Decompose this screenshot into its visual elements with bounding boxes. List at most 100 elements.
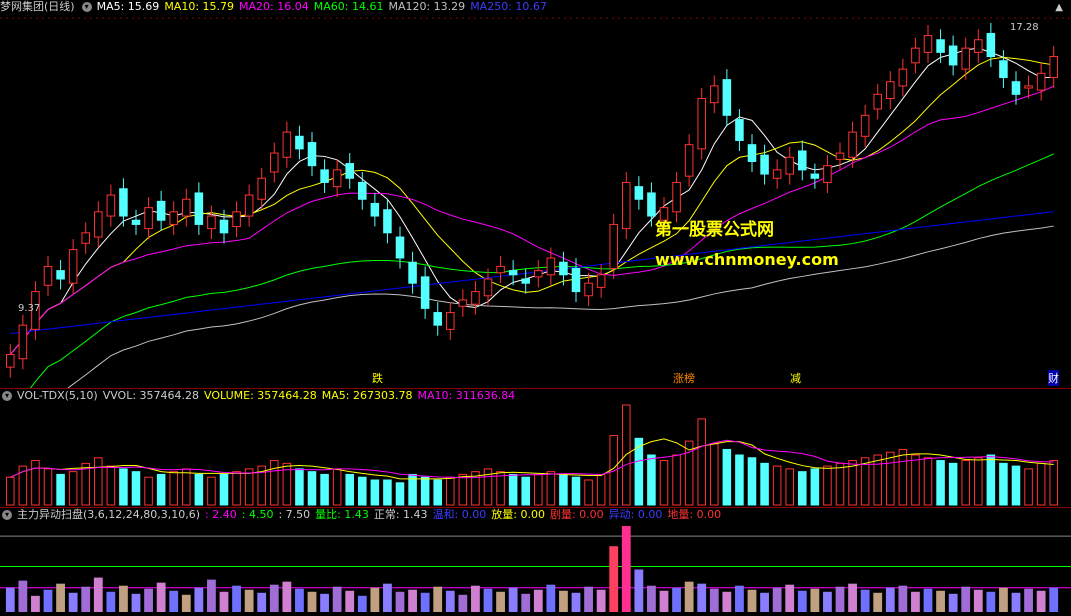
volume-bar bbox=[295, 468, 304, 506]
scan-bar bbox=[1011, 592, 1021, 612]
candle-body bbox=[936, 39, 945, 53]
scan-bar bbox=[131, 593, 141, 612]
candle-body bbox=[483, 278, 493, 297]
zhengchang-value: 正常: 1.43 bbox=[373, 508, 428, 521]
ma20-line bbox=[9, 85, 1054, 355]
event-jian[interactable]: 减 bbox=[790, 370, 801, 386]
price-header: 梦网集团(日线) ▾ MA5: 15.69 MA10: 15.79 MA20: 16.0… bbox=[0, 0, 552, 14]
volume-bar bbox=[508, 473, 518, 506]
event-zhangbang[interactable]: 涨榜 bbox=[673, 370, 695, 386]
scan-bar bbox=[169, 590, 179, 612]
event-die[interactable]: 跌 bbox=[372, 370, 383, 386]
scan-bar bbox=[408, 589, 417, 612]
scan-bar bbox=[395, 591, 405, 612]
volume-bar bbox=[886, 451, 895, 506]
candle-body bbox=[232, 211, 241, 228]
candle-body bbox=[257, 177, 266, 200]
candle-body bbox=[207, 215, 216, 230]
scan-v2: : 4.50 bbox=[241, 508, 274, 521]
expand-icon[interactable]: ▲ bbox=[1055, 2, 1063, 13]
candle-body bbox=[295, 135, 304, 150]
scan-bar bbox=[295, 588, 304, 612]
price-pane[interactable]: 梦网集团(日线) ▾ MA5: 15.69 MA10: 15.79 MA20: 16.0… bbox=[0, 0, 1071, 388]
scan-bar bbox=[144, 588, 153, 612]
scan-bar bbox=[936, 590, 945, 612]
ma60-line bbox=[29, 153, 1054, 388]
scan-bar bbox=[961, 586, 971, 612]
scan-bar bbox=[772, 587, 782, 612]
price-chart[interactable] bbox=[0, 0, 1071, 388]
candle-body bbox=[986, 32, 996, 58]
scan-bar bbox=[747, 589, 757, 612]
event-cai[interactable]: 财 bbox=[1048, 370, 1059, 386]
volume-bar bbox=[647, 454, 656, 506]
fangliang-value: 放量: 0.00 bbox=[491, 508, 545, 521]
candle-body bbox=[898, 68, 908, 87]
scan-bar bbox=[609, 546, 619, 612]
scan-pane[interactable]: ▾ 主力异动扫盘(3,6,12,24,80,3,10,6): 2.40: 4.50… bbox=[0, 508, 1071, 616]
volume-bar bbox=[169, 471, 178, 506]
scan-bar bbox=[571, 592, 581, 612]
volume-bar bbox=[232, 471, 241, 506]
candle-body bbox=[722, 79, 732, 116]
candle-body bbox=[735, 118, 744, 141]
candle-body bbox=[194, 192, 204, 225]
volume-bar bbox=[760, 462, 769, 506]
volume-bar bbox=[546, 471, 556, 506]
candle-body bbox=[270, 152, 279, 173]
candle-body bbox=[1011, 81, 1021, 95]
volume-pane[interactable]: ▾ VOL-TDX(5,10) VVOL: 357464.28 VOLUME: 357… bbox=[0, 389, 1071, 507]
volume-bar bbox=[395, 482, 405, 506]
scan-bar bbox=[835, 586, 845, 612]
candle-body bbox=[772, 169, 782, 179]
volume-bar bbox=[68, 471, 78, 506]
volume-bar bbox=[697, 418, 706, 506]
candle-body bbox=[169, 211, 178, 225]
candle-body bbox=[18, 324, 28, 360]
volume-bar bbox=[823, 465, 832, 506]
volume-bar bbox=[974, 457, 983, 506]
candle-body bbox=[182, 198, 191, 217]
scan-chart[interactable] bbox=[0, 508, 1071, 616]
candle-body bbox=[647, 192, 656, 217]
volume-bar bbox=[785, 468, 794, 506]
scan-bar bbox=[521, 593, 531, 612]
volume-bar bbox=[458, 473, 468, 506]
vol-name: VOL-TDX(5,10) bbox=[17, 389, 98, 402]
candle-body bbox=[244, 194, 254, 217]
candle-body bbox=[886, 81, 895, 100]
volume-bar bbox=[571, 476, 581, 506]
collapse-icon[interactable]: ▾ bbox=[81, 2, 92, 12]
volume-bar bbox=[848, 460, 857, 506]
ma20-value: MA20: 16.04 bbox=[239, 0, 309, 13]
candle-body bbox=[810, 173, 820, 179]
scan-bar bbox=[31, 595, 40, 612]
volume-chart[interactable] bbox=[0, 389, 1071, 507]
candle-body bbox=[911, 47, 920, 64]
candle-body bbox=[571, 268, 581, 293]
candle-body bbox=[596, 274, 606, 288]
vvol-value: VVOL: 357464.28 bbox=[102, 389, 200, 402]
volume-bar bbox=[43, 468, 53, 506]
scan-bar bbox=[860, 589, 870, 612]
candle-body bbox=[320, 169, 329, 183]
collapse-icon[interactable]: ▾ bbox=[2, 391, 12, 401]
scan-bar bbox=[370, 587, 380, 612]
volume-bar bbox=[672, 454, 681, 506]
candle-body bbox=[1049, 56, 1058, 79]
scan-bar bbox=[345, 590, 355, 612]
candle-body bbox=[433, 312, 442, 326]
collapse-icon[interactable]: ▾ bbox=[2, 510, 12, 520]
candle-body bbox=[496, 265, 505, 274]
volume-bar bbox=[370, 479, 380, 506]
yidong-value: 异动: 0.00 bbox=[608, 508, 663, 521]
volume-bar bbox=[156, 473, 166, 506]
volume-bar bbox=[383, 479, 392, 506]
candle-body bbox=[358, 181, 367, 200]
candle-body bbox=[672, 181, 681, 213]
scan-bar bbox=[433, 586, 443, 612]
candle-body bbox=[999, 60, 1008, 79]
scan-bar bbox=[307, 591, 317, 612]
scan-bar bbox=[647, 585, 656, 612]
scan-bar bbox=[672, 587, 681, 612]
